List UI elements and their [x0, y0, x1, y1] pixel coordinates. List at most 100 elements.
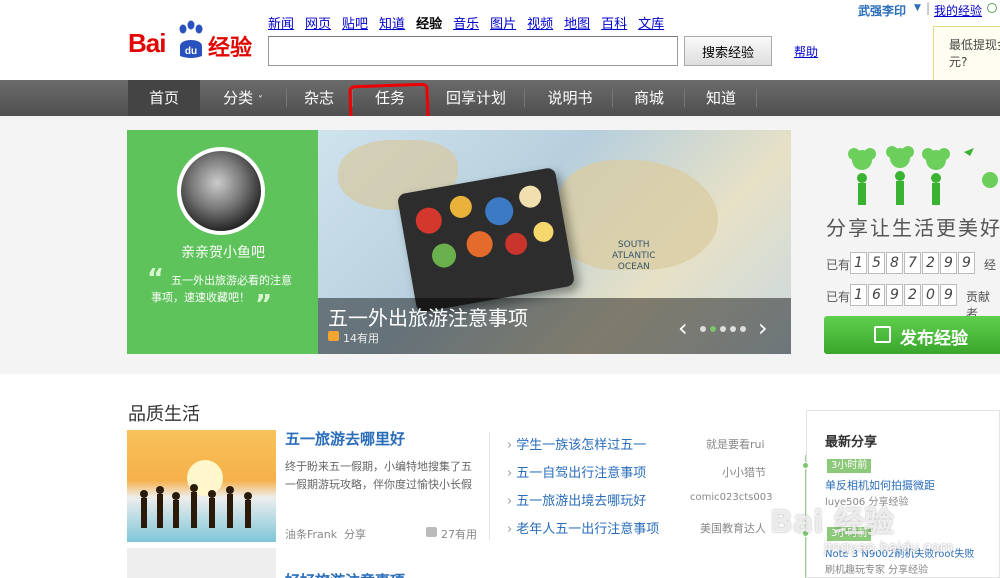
top-nav-video[interactable]: 视频	[527, 13, 553, 32]
sticker	[430, 241, 458, 270]
list-item-title: 老年人五一出行注意事项	[516, 522, 660, 537]
user-menu-separator: |	[926, 1, 931, 15]
list-item[interactable]: › 老年人五一出行注意事项	[507, 518, 659, 537]
list-item-author[interactable]: 小小猎节	[722, 464, 766, 480]
nav-separator	[756, 89, 757, 107]
sticker	[448, 194, 474, 220]
quote-close-icon: ”	[255, 290, 273, 320]
next-article-title[interactable]: 好好旅游注意事项	[285, 570, 405, 578]
featured-user-quote: 五一外出旅游必看的注意事项，速速收藏吧！	[151, 274, 292, 304]
nav-item-home[interactable]: 首页	[128, 80, 200, 116]
sticker	[413, 205, 444, 236]
featured-user-card[interactable]: 亲亲贺小鱼吧 “ 五一外出旅游必看的注意事项，速速收藏吧！ ”	[127, 130, 319, 354]
top-nav-web[interactable]: 网页	[305, 13, 331, 32]
slide-dot[interactable]	[720, 326, 726, 332]
caret-down-icon[interactable]: ▼	[914, 3, 921, 13]
list-item-author[interactable]: comic023cts003	[690, 492, 772, 503]
top-nav-music[interactable]: 音乐	[453, 13, 479, 32]
list-item-title: 五一旅游出境去哪玩好	[516, 494, 647, 509]
nav-separator	[684, 89, 685, 107]
experience-count-suffix: 经	[984, 258, 997, 272]
top-nav-zhidao[interactable]: 知道	[379, 13, 405, 32]
chevron-right-icon: ›	[507, 494, 513, 509]
chevron-right-icon: ›	[507, 522, 513, 537]
top-nav-tieba[interactable]: 贴吧	[342, 13, 368, 32]
experience-count-label: 已有	[826, 258, 851, 272]
slide-dot[interactable]	[740, 326, 746, 332]
share-slogan: 分享让生活更美好	[826, 216, 1000, 240]
latest-share-title[interactable]: 单反相机如何拍摄微距	[825, 477, 935, 493]
nav-item-zhidao[interactable]: 知道	[690, 80, 752, 116]
section-title: 品质生活	[128, 404, 200, 425]
top-nav-news[interactable]: 新闻	[268, 13, 294, 32]
publish-experience-button[interactable]: 发布经验	[824, 316, 1000, 354]
notification-icon[interactable]	[987, 3, 997, 13]
avatar[interactable]	[177, 147, 265, 235]
contributor-count-digit: 1	[850, 284, 867, 306]
sticker	[482, 195, 516, 228]
baidu-jingyan-logo[interactable]: Bai du 经验	[128, 20, 258, 64]
slide-dot[interactable]	[730, 326, 736, 332]
featured-user-name[interactable]: 亲亲贺小鱼吧	[127, 242, 319, 262]
baidu-paw-icon: du	[179, 20, 203, 58]
map-ocean-label: SOUTH ATLANTIC OCEAN	[612, 240, 656, 272]
list-item-author[interactable]: 美国教育达人	[700, 520, 766, 536]
slide-dot[interactable]	[700, 326, 706, 332]
list-item-author[interactable]: 就是要看rui	[706, 436, 765, 452]
next-slide-arrow-icon[interactable]: ›	[758, 314, 768, 342]
user-name-link[interactable]: 武强李印	[858, 2, 906, 19]
top-nav-images[interactable]: 图片	[490, 13, 516, 32]
latest-share-author[interactable]: 刷机趣玩专家 分享经验	[825, 561, 928, 576]
thumbs-up-icon	[426, 527, 437, 537]
experience-count-digit: 5	[868, 252, 885, 274]
contributor-count-digit: 9	[886, 284, 903, 306]
experience-count-digit: 9	[940, 252, 957, 274]
latest-shares-title: 最新分享	[825, 435, 878, 450]
chevron-right-icon: ›	[507, 438, 513, 453]
publish-experience-label: 发布经验	[900, 329, 968, 349]
slide-dot-active[interactable]	[710, 326, 716, 332]
sticker	[531, 220, 556, 244]
list-item-title: 五一自驾出行注意事项	[516, 466, 647, 481]
contributor-count-digit: 6	[868, 284, 885, 306]
featured-article-author[interactable]: 油条Frank	[285, 526, 337, 542]
avatar-image	[181, 151, 261, 231]
featured-article-title[interactable]: 五一旅游去哪里好	[285, 428, 405, 449]
header: Bai du 经验 新闻 网页 贴吧 知道 经验 音乐 图片 视频 地图 百科 …	[0, 0, 1000, 82]
nav-item-manual[interactable]: 说明书	[532, 80, 608, 116]
nav-item-share-plan[interactable]: 回享计划	[432, 80, 520, 116]
contributor-count-digit: 9	[940, 284, 957, 306]
contributor-count-label: 已有	[826, 290, 851, 304]
nav-item-mall[interactable]: 商城	[618, 80, 680, 116]
my-experience-link[interactable]: 我的经验	[934, 2, 982, 19]
search-input[interactable]	[268, 36, 678, 66]
timeline-dot	[802, 462, 809, 469]
top-nav-baike[interactable]: 百科	[601, 13, 627, 32]
banner-slide[interactable]: SOUTH ATLANTIC OCEAN 五一外出旅游注意事项 14有用 ‹ ›	[318, 130, 791, 354]
prev-slide-arrow-icon[interactable]: ‹	[678, 314, 688, 342]
timeline-time-tag: 3小时前	[827, 459, 872, 473]
top-nav-wenku[interactable]: 文库	[638, 13, 664, 32]
next-article-image[interactable]	[127, 548, 276, 578]
contributor-count-digit: 0	[922, 284, 939, 306]
chevron-right-icon: ›	[507, 466, 513, 481]
top-nav-jingyan[interactable]: 经验	[416, 13, 442, 32]
slide-title[interactable]: 五一外出旅游注意事项	[328, 302, 528, 331]
list-item[interactable]: › 五一旅游出境去哪玩好	[507, 490, 646, 509]
nav-item-magazine[interactable]: 杂志	[288, 80, 350, 116]
chevron-down-icon: ˅	[257, 95, 263, 106]
featured-article-share-label: 分享	[344, 528, 366, 541]
edit-icon	[874, 326, 891, 343]
featured-article-useful-count: 27有用	[441, 528, 477, 541]
nav-item-category[interactable]: 分类 ˅	[204, 80, 282, 116]
list-item[interactable]: › 学生一族该怎样过五一	[507, 434, 646, 453]
nav-separator	[612, 89, 613, 107]
help-link[interactable]: 帮助	[794, 43, 818, 60]
thumbs-up-icon	[328, 331, 339, 341]
share-people-illustration	[848, 146, 998, 205]
top-nav: 新闻 网页 贴吧 知道 经验 音乐 图片 视频 地图 百科 文库	[268, 13, 675, 32]
search-button[interactable]: 搜索经验	[684, 36, 772, 66]
featured-article-image[interactable]	[127, 430, 276, 542]
list-item[interactable]: › 五一自驾出行注意事项	[507, 462, 646, 481]
top-nav-map[interactable]: 地图	[564, 13, 590, 32]
